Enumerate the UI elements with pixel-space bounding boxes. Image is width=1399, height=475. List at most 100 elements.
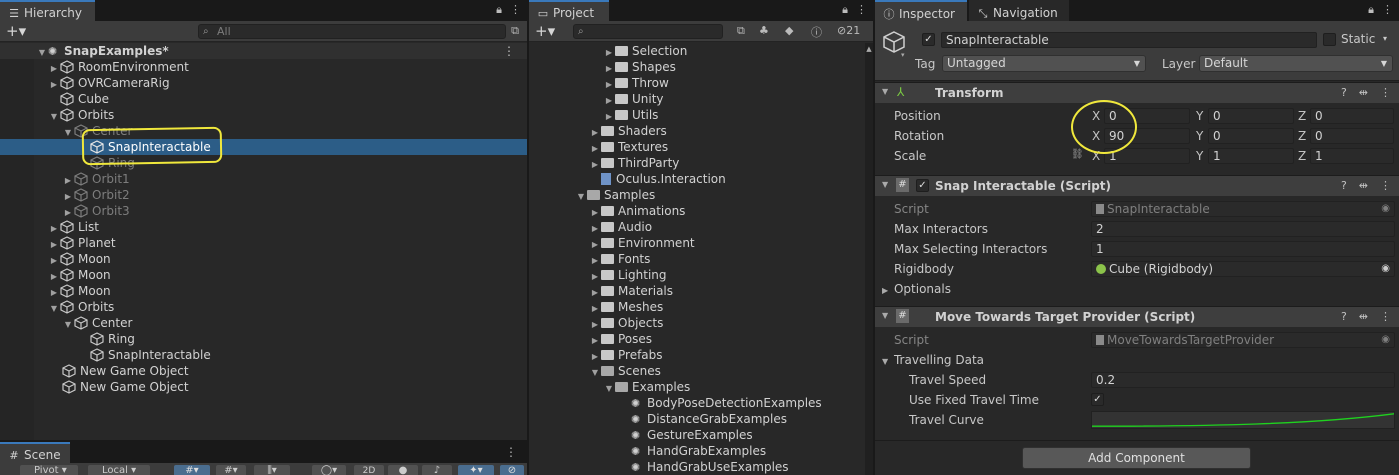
hierarchy-row[interactable]: Ring bbox=[0, 331, 527, 347]
project-row[interactable]: ✺ DistanceGrabExamples bbox=[529, 411, 873, 427]
project-row[interactable]: ▶ Lighting bbox=[529, 267, 873, 283]
scale-z-field[interactable]: 1 bbox=[1310, 148, 1394, 164]
fixed-travel-time-checkbox[interactable]: ✓ bbox=[1091, 393, 1104, 406]
filter-log-icon[interactable]: ⓘ bbox=[811, 24, 822, 40]
tab-navigation[interactable]: ⤡ Navigation bbox=[969, 0, 1069, 21]
optionals-foldout[interactable]: ▶ Optionals bbox=[882, 282, 951, 296]
static-checkbox[interactable] bbox=[1323, 33, 1336, 46]
scene-menu-icon[interactable]: ⋮ bbox=[505, 445, 517, 459]
hierarchy-row[interactable]: ▶ Orbit3 bbox=[0, 203, 527, 219]
lighting-toggle-icon[interactable]: ● bbox=[388, 465, 418, 475]
project-row[interactable]: ▶ Prefabs bbox=[529, 347, 873, 363]
project-row[interactable]: ▶ ThirdParty bbox=[529, 155, 873, 171]
add-component-button[interactable]: Add Component bbox=[1022, 447, 1251, 469]
travel-speed-field[interactable]: 0.2 bbox=[1091, 372, 1395, 388]
project-row[interactable]: ▶ Unity bbox=[529, 91, 873, 107]
help-icon[interactable]: ? bbox=[1341, 86, 1347, 99]
audio-toggle-icon[interactable]: ♪ bbox=[422, 465, 452, 475]
project-row[interactable]: ▶ Throw bbox=[529, 75, 873, 91]
scale-y-field[interactable]: 1 bbox=[1208, 148, 1294, 164]
tab-project[interactable]: ▭ Project bbox=[529, 0, 609, 21]
object-picker-icon[interactable]: ◉ bbox=[1381, 262, 1390, 276]
project-row[interactable]: ▼ Samples bbox=[529, 187, 873, 203]
rigidbody-field[interactable]: Cube (Rigidbody) ◉ bbox=[1091, 261, 1395, 277]
project-row[interactable]: ▶ Materials bbox=[529, 283, 873, 299]
project-row[interactable]: ▼ Scenes bbox=[529, 363, 873, 379]
component-enabled-checkbox[interactable]: ✓ bbox=[916, 179, 929, 192]
position-y-field[interactable]: 0 bbox=[1208, 108, 1294, 124]
project-row[interactable]: ▶ Audio bbox=[529, 219, 873, 235]
foldout-arrow-icon[interactable]: ▼ bbox=[882, 180, 888, 189]
project-row[interactable]: ▶ Meshes bbox=[529, 299, 873, 315]
active-checkbox[interactable]: ✓ bbox=[922, 33, 935, 46]
rotation-z-field[interactable]: 0 bbox=[1310, 128, 1394, 144]
component-menu-icon[interactable]: ⋮ bbox=[1380, 310, 1391, 323]
search-options-icon[interactable]: ⧉ bbox=[511, 24, 519, 38]
add-object-button[interactable]: +▾ bbox=[6, 22, 26, 40]
lock-icon[interactable]: 🔒︎ bbox=[842, 3, 848, 16]
hidden-objects-icon[interactable]: ⊘ bbox=[500, 465, 524, 475]
mode-2d-button[interactable]: 2D bbox=[354, 465, 384, 475]
hierarchy-row[interactable]: ▶ Planet bbox=[0, 235, 527, 251]
project-row[interactable]: Oculus.Interaction bbox=[529, 171, 873, 187]
project-row[interactable]: ▶ Shapes bbox=[529, 59, 873, 75]
create-asset-button[interactable]: +▾ bbox=[535, 22, 555, 40]
help-icon[interactable]: ? bbox=[1341, 310, 1347, 323]
hierarchy-row[interactable]: ▼ Orbits bbox=[0, 107, 527, 123]
presets-icon[interactable]: ⇹ bbox=[1359, 179, 1368, 192]
icon-dropdown-arrow[interactable]: ▾ bbox=[901, 51, 905, 59]
foldout-arrow-icon[interactable]: ▼ bbox=[882, 87, 888, 96]
hierarchy-row[interactable]: ▶ RoomEnvironment bbox=[0, 59, 527, 75]
hierarchy-row[interactable]: ▼ Center bbox=[0, 123, 527, 139]
project-row[interactable]: ▶ Textures bbox=[529, 139, 873, 155]
hierarchy-row[interactable]: ▶ Orbit1 bbox=[0, 171, 527, 187]
draw-mode-button[interactable]: ◯▾ bbox=[312, 465, 346, 475]
local-dropdown[interactable]: Local ▾ bbox=[88, 465, 150, 475]
hierarchy-row[interactable]: ▶ Moon bbox=[0, 267, 527, 283]
hierarchy-row[interactable]: ▼ Orbits bbox=[0, 299, 527, 315]
static-dropdown-arrow[interactable]: ▾ bbox=[1383, 34, 1387, 43]
hierarchy-search-input[interactable]: ⌕ All bbox=[198, 24, 506, 39]
constrain-proportions-icon[interactable]: ⛓ bbox=[1071, 149, 1084, 160]
travel-curve-field[interactable] bbox=[1091, 411, 1395, 429]
project-row[interactable]: ▶ Poses bbox=[529, 331, 873, 347]
lock-icon[interactable]: 🔒︎ bbox=[496, 3, 502, 16]
project-row[interactable]: ▶ Environment bbox=[529, 235, 873, 251]
hierarchy-row[interactable]: Ring bbox=[0, 155, 527, 171]
component-menu-icon[interactable]: ⋮ bbox=[1380, 179, 1391, 192]
foldout-arrow-icon[interactable]: ▼ bbox=[882, 357, 888, 366]
scene-menu-icon[interactable]: ⋮ bbox=[503, 43, 515, 59]
grid-visibility-button[interactable]: #▾ bbox=[216, 465, 246, 475]
rotation-y-field[interactable]: 0 bbox=[1208, 128, 1294, 144]
hierarchy-row[interactable]: ▶ Orbit2 bbox=[0, 187, 527, 203]
scroll-up-icon[interactable]: ▲ bbox=[865, 45, 873, 53]
effects-dropdown[interactable]: ✦▾ bbox=[458, 465, 494, 475]
tab-hierarchy[interactable]: ☰ Hierarchy bbox=[0, 0, 95, 21]
max-interactors-field[interactable]: 2 bbox=[1091, 221, 1395, 237]
hierarchy-row[interactable]: ▶ OVRCameraRig bbox=[0, 75, 527, 91]
presets-icon[interactable]: ⇹ bbox=[1359, 86, 1368, 99]
move-towards-target-header[interactable]: ▼ # Move Towards Target Provider (Script… bbox=[875, 306, 1399, 327]
project-row[interactable]: ▶ Utils bbox=[529, 107, 873, 123]
tab-scene[interactable]: # Scene bbox=[0, 442, 70, 463]
help-icon[interactable]: ? bbox=[1341, 179, 1347, 192]
filter-label-icon[interactable]: ◆ bbox=[785, 24, 793, 37]
object-name-input[interactable]: SnapInteractable bbox=[941, 32, 1317, 48]
hierarchy-row-selected[interactable]: SnapInteractable bbox=[0, 139, 527, 155]
project-row[interactable]: ▼ Examples bbox=[529, 379, 873, 395]
increment-snap-button[interactable]: ⫼▾ bbox=[254, 465, 290, 475]
menu-icon[interactable]: ⋮ bbox=[1382, 3, 1393, 16]
project-row[interactable]: ✺ GestureExamples bbox=[529, 427, 873, 443]
component-menu-icon[interactable]: ⋮ bbox=[1380, 86, 1391, 99]
hierarchy-row[interactable]: ▶ Moon bbox=[0, 251, 527, 267]
hierarchy-row-scene[interactable]: ▼ ✺ SnapExamples* ⋮ bbox=[0, 43, 527, 59]
hierarchy-row[interactable]: ▶ List bbox=[0, 219, 527, 235]
travelling-data-foldout[interactable]: ▼ Travelling Data bbox=[882, 353, 984, 367]
layer-dropdown[interactable]: Default ▼ bbox=[1199, 55, 1393, 72]
presets-icon[interactable]: ⇹ bbox=[1359, 310, 1368, 323]
menu-icon[interactable]: ⋮ bbox=[856, 3, 867, 16]
project-row[interactable]: ✺ HandGrabExamples bbox=[529, 443, 873, 459]
hidden-packages-icon[interactable]: ⊘21 bbox=[837, 24, 860, 37]
project-row[interactable]: ▶ Shaders bbox=[529, 123, 873, 139]
transform-component-header[interactable]: ▼ ⅄ Transform ? ⇹ ⋮ bbox=[875, 82, 1399, 103]
